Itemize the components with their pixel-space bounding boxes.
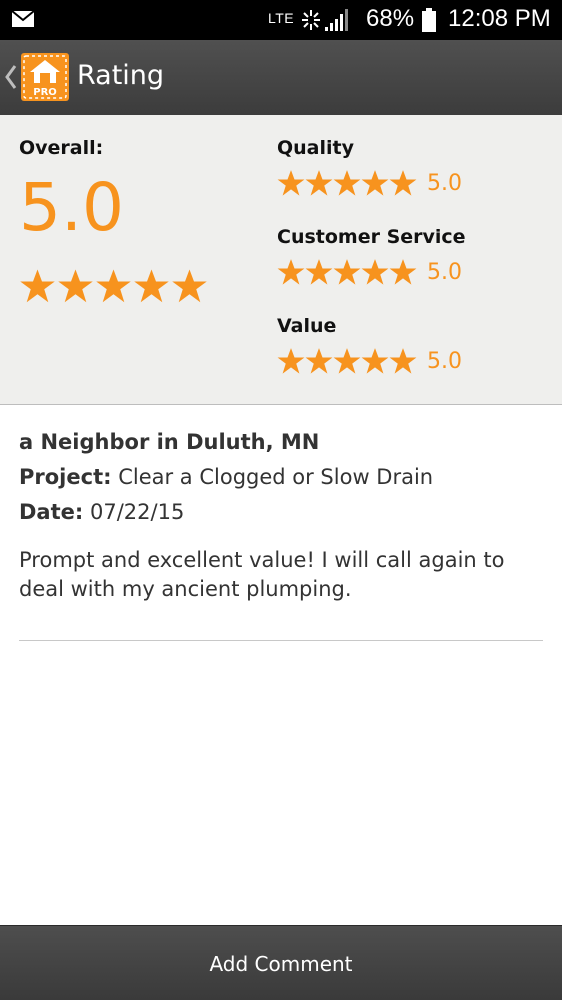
overall-stars [19, 268, 208, 304]
star-icon [361, 170, 389, 196]
star-icon [361, 348, 389, 374]
page-title: Rating [77, 60, 165, 91]
star-icon [389, 348, 417, 374]
project-line: Project: Clear a Clogged or Slow Drain [19, 465, 543, 489]
star-icon [305, 259, 333, 285]
date-value: 07/22/15 [89, 500, 185, 524]
rating-quality-label: Quality [277, 137, 354, 159]
star-icon [172, 269, 207, 303]
project-value: Clear a Clogged or Slow Drain [118, 465, 434, 489]
overall-label: Overall: [19, 137, 104, 159]
star-icon [20, 269, 55, 303]
rating-quality-value: 5.0 [427, 170, 462, 196]
rating-customer-service: Customer Service 5.0 [277, 226, 466, 286]
add-comment-button[interactable]: Add Comment [0, 926, 562, 1000]
star-icon [333, 259, 361, 285]
logo-badge: PRO [33, 87, 57, 98]
reviewer-name: a Neighbor in Duluth, MN [19, 430, 320, 454]
star-icon [134, 269, 169, 303]
data-activity-icon [302, 10, 320, 30]
star-icon [389, 170, 417, 196]
date-line: Date: 07/22/15 [19, 500, 543, 524]
ratings-panel: Overall: 5.0 Quality 5.0 Customer Servic… [0, 115, 562, 405]
rating-value: Value 5.0 [277, 315, 462, 375]
rating-customer-service-label: Customer Service [277, 226, 466, 248]
star-icon [361, 259, 389, 285]
star-icon [58, 269, 93, 303]
app-logo-icon[interactable]: PRO [21, 53, 69, 101]
rating-customer-service-value: 5.0 [427, 259, 462, 285]
bottom-bar: Add Comment [0, 925, 562, 1000]
rating-value-stars [277, 347, 417, 375]
mail-icon [12, 11, 34, 27]
star-icon [333, 170, 361, 196]
project-label: Project: [19, 465, 112, 489]
star-icon [389, 259, 417, 285]
star-icon [333, 348, 361, 374]
rating-quality-stars [277, 169, 417, 197]
signal-icon [325, 9, 348, 31]
battery-percent: 68% [366, 5, 415, 32]
rating-customer-service-stars [277, 258, 417, 286]
star-icon [305, 170, 333, 196]
back-chevron-icon[interactable] [4, 64, 18, 90]
action-bar: PRO Rating [0, 40, 562, 115]
star-icon [305, 348, 333, 374]
rating-quality: Quality 5.0 [277, 137, 462, 197]
review: a Neighbor in Duluth, MN Project: Clear … [19, 430, 543, 604]
date-label: Date: [19, 500, 84, 524]
divider [19, 640, 543, 641]
star-icon [96, 269, 131, 303]
overall-score: 5.0 [19, 169, 124, 246]
rating-value-label: Value [277, 315, 337, 337]
star-icon [277, 259, 305, 285]
review-text: Prompt and excellent value! I will call … [19, 548, 505, 601]
status-bar: LTE 68% 12:08 PM [0, 0, 562, 40]
star-icon [277, 348, 305, 374]
clock: 12:08 PM [448, 5, 551, 32]
battery-icon [422, 8, 436, 32]
network-type: LTE [268, 10, 295, 26]
star-icon [277, 170, 305, 196]
rating-value-value: 5.0 [427, 348, 462, 374]
